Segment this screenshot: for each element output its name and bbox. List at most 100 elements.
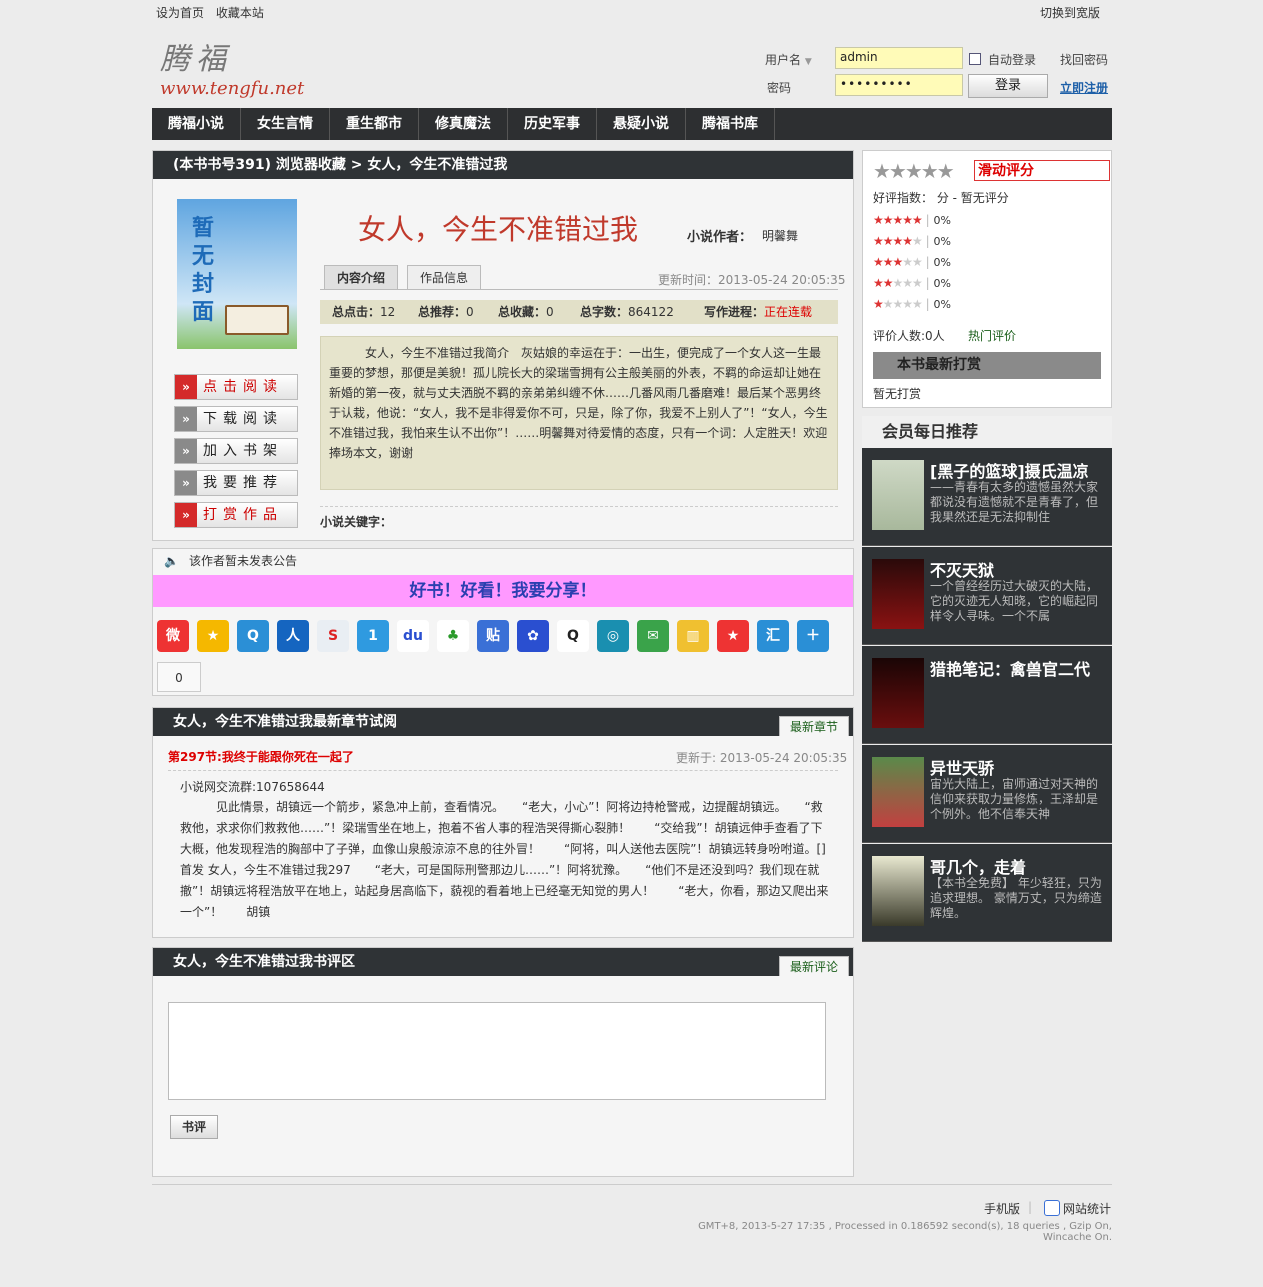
recommend-title[interactable]: 不灭天狱 bbox=[930, 557, 1108, 581]
register-link[interactable]: 立即注册 bbox=[1060, 79, 1108, 96]
author-label: 小说作者： bbox=[687, 230, 753, 245]
recommend-item[interactable]: 异世天骄 宙光大陆上，宙师通过对天神的信仰来获取力量修炼，王泽却是个例外。他不信… bbox=[862, 745, 1112, 843]
auto-login-label: 自动登录 bbox=[988, 53, 1037, 67]
bookmark-link[interactable]: 收藏本站 bbox=[216, 6, 264, 20]
password-label: 密码 bbox=[767, 81, 792, 95]
username-input[interactable]: admin bbox=[835, 47, 963, 69]
mail-icon[interactable]: ✉ bbox=[637, 620, 669, 652]
words-value: 864122 bbox=[628, 305, 674, 319]
site-logo[interactable]: 腾福 www.tengfu.net bbox=[160, 34, 305, 99]
rating-row-5: ★★★★★ | 0% bbox=[873, 213, 951, 227]
download-button[interactable]: » 下载阅读 bbox=[174, 406, 298, 432]
main-nav: 腾福小说 女生言情 重生都市 修真魔法 历史军事 悬疑小说 腾福书库 bbox=[152, 108, 1112, 140]
book-thumbnail[interactable] bbox=[872, 757, 924, 827]
sohu-icon[interactable]: S bbox=[317, 620, 349, 652]
auto-login-checkbox[interactable] bbox=[969, 53, 981, 65]
recommend-item[interactable]: 不灭天狱 一个曾经经历过大破灭的大陆，它的灭迹无人知晓，它的崛起同样令人寻味。一… bbox=[862, 547, 1112, 645]
password-input[interactable]: ••••••••• bbox=[835, 74, 963, 96]
hot-reviews-link[interactable]: 热门评价 bbox=[968, 327, 1016, 344]
username-label[interactable]: 用户名 ▼ bbox=[765, 51, 812, 68]
recommend-button[interactable]: » 我要推荐 bbox=[174, 470, 298, 496]
weibo-icon[interactable]: 微 bbox=[157, 620, 189, 652]
nav-item[interactable]: 女生言情 bbox=[241, 108, 330, 140]
nav-item[interactable]: 修真魔法 bbox=[419, 108, 508, 140]
share-banner: 好书！好看！我要分享！ bbox=[153, 575, 853, 607]
logo-en: www.tengfu.net bbox=[160, 78, 305, 99]
words-label: 总字数： bbox=[580, 305, 629, 319]
latest-chapter-tab[interactable]: 最新章节 bbox=[778, 716, 849, 736]
book-thumbnail[interactable] bbox=[872, 559, 924, 629]
renren-icon[interactable]: 人 bbox=[277, 620, 309, 652]
read-button[interactable]: » 点击阅读 bbox=[174, 374, 298, 400]
nav-item[interactable]: 重生都市 bbox=[330, 108, 419, 140]
recommend-desc: 【本书全免费】 年少轻狂，只为追求理想。 豪情万丈，只为缔造辉煌。 bbox=[930, 876, 1102, 920]
rating-row-2: ★★★★★ | 0% bbox=[873, 276, 951, 290]
nav-item[interactable]: 腾福书库 bbox=[686, 108, 775, 140]
mobile-link[interactable]: 手机版 bbox=[984, 1200, 1020, 1217]
footer-info: GMT+8, 2013-5-27 17:35 , Processed in 0.… bbox=[698, 1221, 1112, 1243]
rating-count: 评价人数:0人 bbox=[873, 329, 945, 343]
rating-row-1: ★★★★★ | 0% bbox=[873, 297, 951, 311]
star-icon[interactable]: ★ bbox=[717, 620, 749, 652]
chapter-divider bbox=[168, 770, 838, 771]
book-thumbnail[interactable] bbox=[872, 460, 924, 530]
book-thumbnail[interactable] bbox=[872, 658, 924, 728]
clover-icon[interactable]: ♣ bbox=[437, 620, 469, 652]
switch-wide-link[interactable]: 切换到宽版 bbox=[1040, 4, 1100, 21]
nav-item[interactable]: 历史军事 bbox=[508, 108, 597, 140]
add-shelf-button[interactable]: » 加入书架 bbox=[174, 438, 298, 464]
tieba-icon[interactable]: 贴 bbox=[477, 620, 509, 652]
tab-info[interactable]: 作品信息 bbox=[407, 265, 482, 290]
tip-button[interactable]: » 打赏作品 bbox=[174, 502, 298, 528]
douban-icon[interactable]: ◎ bbox=[597, 620, 629, 652]
book-thumbnail[interactable] bbox=[872, 856, 924, 926]
review-textarea[interactable] bbox=[168, 1002, 826, 1100]
recommend-item[interactable]: 哥几个，走着 【本书全免费】 年少轻狂，只为追求理想。 豪情万丈，只为缔造辉煌。 bbox=[862, 844, 1112, 942]
baidu-icon[interactable]: du bbox=[397, 620, 429, 652]
double-arrow-icon: » bbox=[175, 375, 197, 399]
author-name[interactable]: 明馨舞 bbox=[762, 227, 798, 244]
baidu-hi-icon[interactable]: ✿ bbox=[517, 620, 549, 652]
chapter-updated: 更新于: 2013-05-24 20:05:35 bbox=[676, 751, 848, 765]
site-stats-link[interactable]: 网站统计 bbox=[1063, 1200, 1111, 1217]
qq-icon[interactable]: Q bbox=[557, 620, 589, 652]
book-title: 女人，今生不准错过我 bbox=[358, 213, 639, 246]
latest-comment-tab[interactable]: 最新评论 bbox=[778, 956, 849, 976]
tab-intro[interactable]: 内容介绍 bbox=[324, 265, 399, 290]
recommend-desc bbox=[930, 678, 1102, 724]
notice-text: 该作者暂未发表公告 bbox=[188, 554, 297, 568]
review-header: 女人，今生不准错过我书评区 最新评论 bbox=[153, 948, 853, 976]
slide-rating-stars[interactable]: ★★★★★ bbox=[873, 159, 955, 183]
tencent-weibo-icon[interactable]: Q bbox=[237, 620, 269, 652]
recommend-item[interactable]: 猎艳笔记：禽兽官二代 bbox=[862, 646, 1112, 744]
nav-item[interactable]: 腾福小说 bbox=[152, 108, 241, 140]
keywords-label: 小说关键字： bbox=[320, 506, 838, 530]
stats-bar: 总点击：12 总推荐：0 总收藏：0 总字数：864122 写作进程：正在连载 bbox=[320, 300, 838, 324]
recommend-title[interactable]: 异世天骄 bbox=[930, 755, 1108, 779]
favs-label: 总收藏： bbox=[498, 305, 547, 319]
reward-empty: 暂无打赏 bbox=[873, 387, 922, 401]
qq-group: 小说网交流群:107658644 bbox=[180, 780, 325, 794]
set-home-link[interactable]: 设为首页 bbox=[156, 6, 204, 20]
breadcrumb[interactable]: (本书书号391) 浏览器收藏 > 女人，今生不准错过我 bbox=[153, 151, 853, 179]
speaker-icon: 🔈 bbox=[164, 554, 179, 568]
chapter-title[interactable]: 第297节:我终于能跟你死在一起了 bbox=[168, 748, 354, 765]
clicks-value: 12 bbox=[380, 305, 396, 319]
recommend-title[interactable]: 猎艳笔记：禽兽官二代 bbox=[930, 656, 1108, 680]
chart-icon[interactable]: ▥ bbox=[677, 620, 709, 652]
top-bar: 设为首页 收藏本站 切换到宽版 bbox=[156, 4, 1112, 22]
hui-icon[interactable]: 汇 bbox=[757, 620, 789, 652]
kaixin-icon[interactable]: 1 bbox=[357, 620, 389, 652]
reward-header: 本书最新打赏 bbox=[873, 352, 1101, 379]
qzone-icon[interactable]: ★ bbox=[197, 620, 229, 652]
find-password-link[interactable]: 找回密码 bbox=[1060, 51, 1108, 68]
stats-icon bbox=[1044, 1200, 1060, 1216]
login-button[interactable]: 登录 bbox=[968, 74, 1048, 98]
review-submit-button[interactable]: 书评 bbox=[170, 1115, 218, 1139]
recommend-item[interactable]: [黑子的篮球]摄氏温凉 ——青春有太多的遗憾虽然大家都说没有遗憾就不是青春了，但… bbox=[862, 448, 1112, 546]
recommend-title[interactable]: [黑子的篮球]摄氏温凉 bbox=[930, 458, 1108, 482]
recommend-title[interactable]: 哥几个，走着 bbox=[930, 854, 1108, 878]
chapter-header: 女人，今生不准错过我最新章节试阅 最新章节 bbox=[153, 708, 853, 736]
plus-icon[interactable]: ＋ bbox=[797, 620, 829, 652]
nav-item[interactable]: 悬疑小说 bbox=[597, 108, 686, 140]
